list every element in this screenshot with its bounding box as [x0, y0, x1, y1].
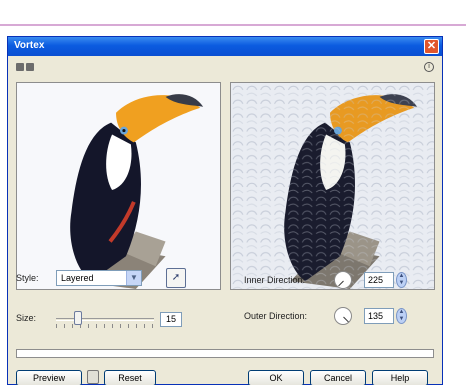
compare-view-icon[interactable] — [16, 63, 24, 71]
vortex-dialog: Vortex ✕ i Style: Layered ▼ ➚ Size: 15 I… — [7, 36, 443, 385]
style-label: Style: — [16, 273, 39, 283]
size-input[interactable]: 15 — [160, 312, 182, 327]
reset-button[interactable]: Reset — [104, 370, 156, 385]
close-button[interactable]: ✕ — [424, 39, 439, 54]
info-icon[interactable]: i — [424, 62, 434, 72]
progress-bar — [16, 349, 434, 358]
size-slider-ticks — [56, 324, 154, 328]
inner-direction-spinner[interactable]: ▲ ▼ — [396, 272, 407, 288]
arrow-pointer-icon: ➚ — [171, 272, 181, 283]
outer-direction-dial[interactable] — [334, 307, 352, 325]
inner-dial-hand — [338, 280, 344, 287]
cancel-button[interactable]: Cancel — [310, 370, 366, 385]
ok-button[interactable]: OK — [248, 370, 304, 385]
size-label: Size: — [16, 313, 37, 323]
outer-direction-label: Outer Direction: — [244, 311, 308, 321]
inner-direction-dial[interactable] — [334, 271, 352, 289]
toucan-original-image — [17, 83, 220, 289]
chevron-down-icon[interactable]: ▼ — [126, 271, 141, 285]
size-slider-track[interactable] — [56, 318, 154, 321]
inner-direction-label: Inner Direction: — [244, 275, 306, 285]
style-dropdown[interactable]: Layered ▼ — [56, 270, 142, 286]
help-button[interactable]: Help — [372, 370, 428, 385]
outer-direction-input[interactable]: 135 — [364, 308, 394, 324]
auto-preview-lock-icon[interactable] — [87, 370, 99, 384]
window-title: Vortex — [14, 40, 45, 51]
preview-button[interactable]: Preview — [16, 370, 82, 385]
original-preview — [16, 82, 221, 290]
style-dropdown-value: Layered — [61, 273, 94, 283]
inner-direction-input[interactable]: 225 — [364, 272, 394, 288]
effect-preview — [230, 82, 435, 290]
split-view-icon[interactable] — [26, 63, 34, 71]
outer-direction-spinner[interactable]: ▲ ▼ — [396, 308, 407, 324]
toucan-vortex-image — [231, 83, 434, 289]
outer-dial-hand — [343, 316, 349, 323]
size-slider-thumb[interactable] — [74, 311, 82, 325]
page-divider — [0, 24, 466, 26]
title-bar[interactable]: Vortex ✕ — [8, 37, 442, 56]
center-picker-button[interactable]: ➚ — [166, 268, 186, 288]
view-toggle-icons — [16, 63, 34, 71]
